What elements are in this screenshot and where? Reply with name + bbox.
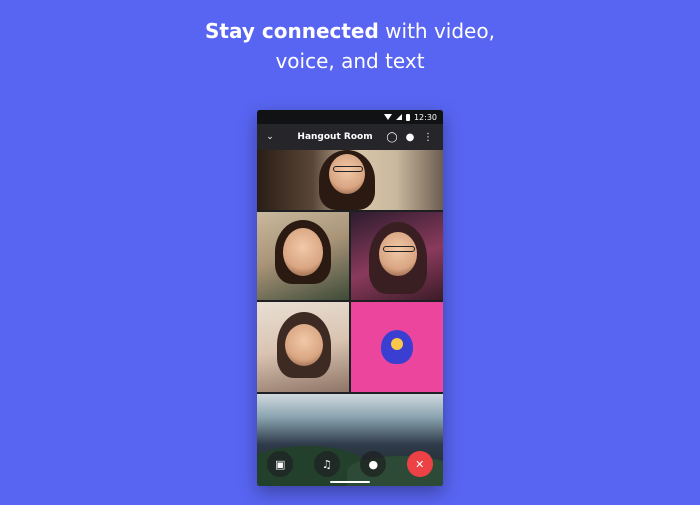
- participant-face: [283, 228, 323, 276]
- room-name: Hangout Room: [297, 132, 373, 142]
- call-header: ⌄ Hangout Room ◯ ● ⋮: [257, 124, 443, 150]
- chevron-down-icon[interactable]: ⌄: [263, 132, 277, 142]
- more-icon[interactable]: ⋮: [419, 132, 437, 143]
- glasses-icon: [333, 166, 363, 172]
- participants-icon[interactable]: ●: [401, 132, 419, 143]
- headline-line-2: voice, and text: [275, 49, 425, 73]
- video-tile-2[interactable]: [257, 212, 349, 300]
- video-tile-1[interactable]: [257, 150, 443, 210]
- avatar-tile[interactable]: [351, 302, 443, 392]
- end-call-icon[interactable]: ✕: [406, 451, 433, 477]
- status-time: 12:30: [413, 112, 437, 122]
- participant-face: [379, 232, 417, 276]
- headline: Stay connected with video, voice, and te…: [0, 16, 700, 76]
- home-indicator: [330, 481, 370, 483]
- screen-share-tile[interactable]: ▣ ♫ ● ✕: [257, 394, 443, 486]
- glasses-icon: [383, 246, 415, 252]
- video-grid: ▣ ♫ ● ✕: [257, 150, 443, 486]
- headline-bold: Stay connected: [205, 19, 379, 43]
- headline-line-1: Stay connected with video,: [0, 16, 700, 46]
- add-user-icon[interactable]: ◯: [383, 132, 401, 143]
- speaker-icon[interactable]: ♫: [313, 451, 340, 477]
- signal-icon: [395, 114, 402, 120]
- headline-rest: with video,: [378, 19, 495, 43]
- video-tile-4[interactable]: [257, 302, 349, 392]
- call-controls: ▣ ♫ ● ✕: [257, 450, 443, 478]
- user-avatar-icon: [381, 330, 413, 364]
- battery-icon: [405, 113, 410, 121]
- phone-mockup: 12:30 ⌄ Hangout Room ◯ ● ⋮ ▣ ♫ ● ✕: [257, 110, 443, 486]
- participant-face: [329, 154, 365, 194]
- status-bar: 12:30: [257, 110, 443, 124]
- wifi-icon: [383, 114, 392, 120]
- microphone-icon[interactable]: ●: [360, 451, 387, 477]
- participant-face: [285, 324, 323, 366]
- video-camera-icon[interactable]: ▣: [267, 451, 294, 477]
- video-tile-3[interactable]: [351, 212, 443, 300]
